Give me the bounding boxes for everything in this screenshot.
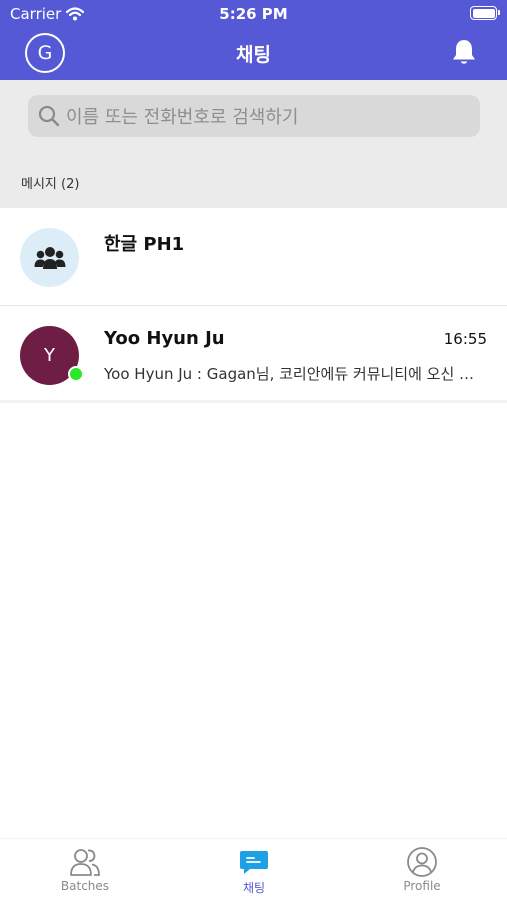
battery-icon bbox=[470, 6, 500, 20]
status-bar: Carrier 5:26 PM bbox=[0, 0, 507, 28]
search-input[interactable]: 이름 또는 전화번호로 검색하기 bbox=[28, 95, 480, 137]
messages-count-label: 메시지 (2) bbox=[21, 177, 80, 192]
conversation-preview: Yoo Hyun Ju : Gagan님, 코리안에듀 커뮤니티에 오신 것을 … bbox=[104, 365, 481, 383]
tab-profile[interactable]: Profile bbox=[362, 847, 482, 893]
group-icon bbox=[34, 246, 65, 269]
app-header: Carrier 5:26 PM G 채팅 bbox=[0, 0, 507, 80]
tab-label: Batches bbox=[60, 879, 110, 893]
profile-icon bbox=[407, 847, 437, 877]
bell-icon[interactable] bbox=[451, 38, 477, 66]
tab-chat[interactable]: 채팅 bbox=[194, 847, 314, 896]
tab-label: Profile bbox=[403, 879, 441, 893]
conversation-row[interactable]: Y Yoo Hyun Ju 16:55 Yoo Hyun Ju : Gagan님… bbox=[0, 307, 507, 403]
conversation-time: 16:55 bbox=[443, 330, 487, 348]
conversation-name: Yoo Hyun Ju bbox=[104, 328, 225, 349]
conversation-name: 한글 PH1 bbox=[104, 234, 185, 255]
tab-batches[interactable]: Batches bbox=[25, 847, 145, 893]
chat-bubble-icon bbox=[240, 851, 268, 874]
status-time: 5:26 PM bbox=[219, 5, 288, 23]
people-icon bbox=[70, 849, 100, 876]
bottom-tab-bar: Batches 채팅 Profile bbox=[0, 838, 507, 900]
search-icon bbox=[38, 105, 60, 127]
conversation-row[interactable]: 한글 PH1 bbox=[0, 208, 507, 306]
page-title: 채팅 bbox=[236, 44, 271, 66]
group-avatar bbox=[20, 228, 79, 287]
online-status-indicator bbox=[68, 366, 84, 382]
tab-label: 채팅 bbox=[242, 881, 266, 895]
search-placeholder: 이름 또는 전화번호로 검색하기 bbox=[66, 107, 299, 128]
search-section: 이름 또는 전화번호로 검색하기 메시지 (2) bbox=[0, 80, 507, 208]
